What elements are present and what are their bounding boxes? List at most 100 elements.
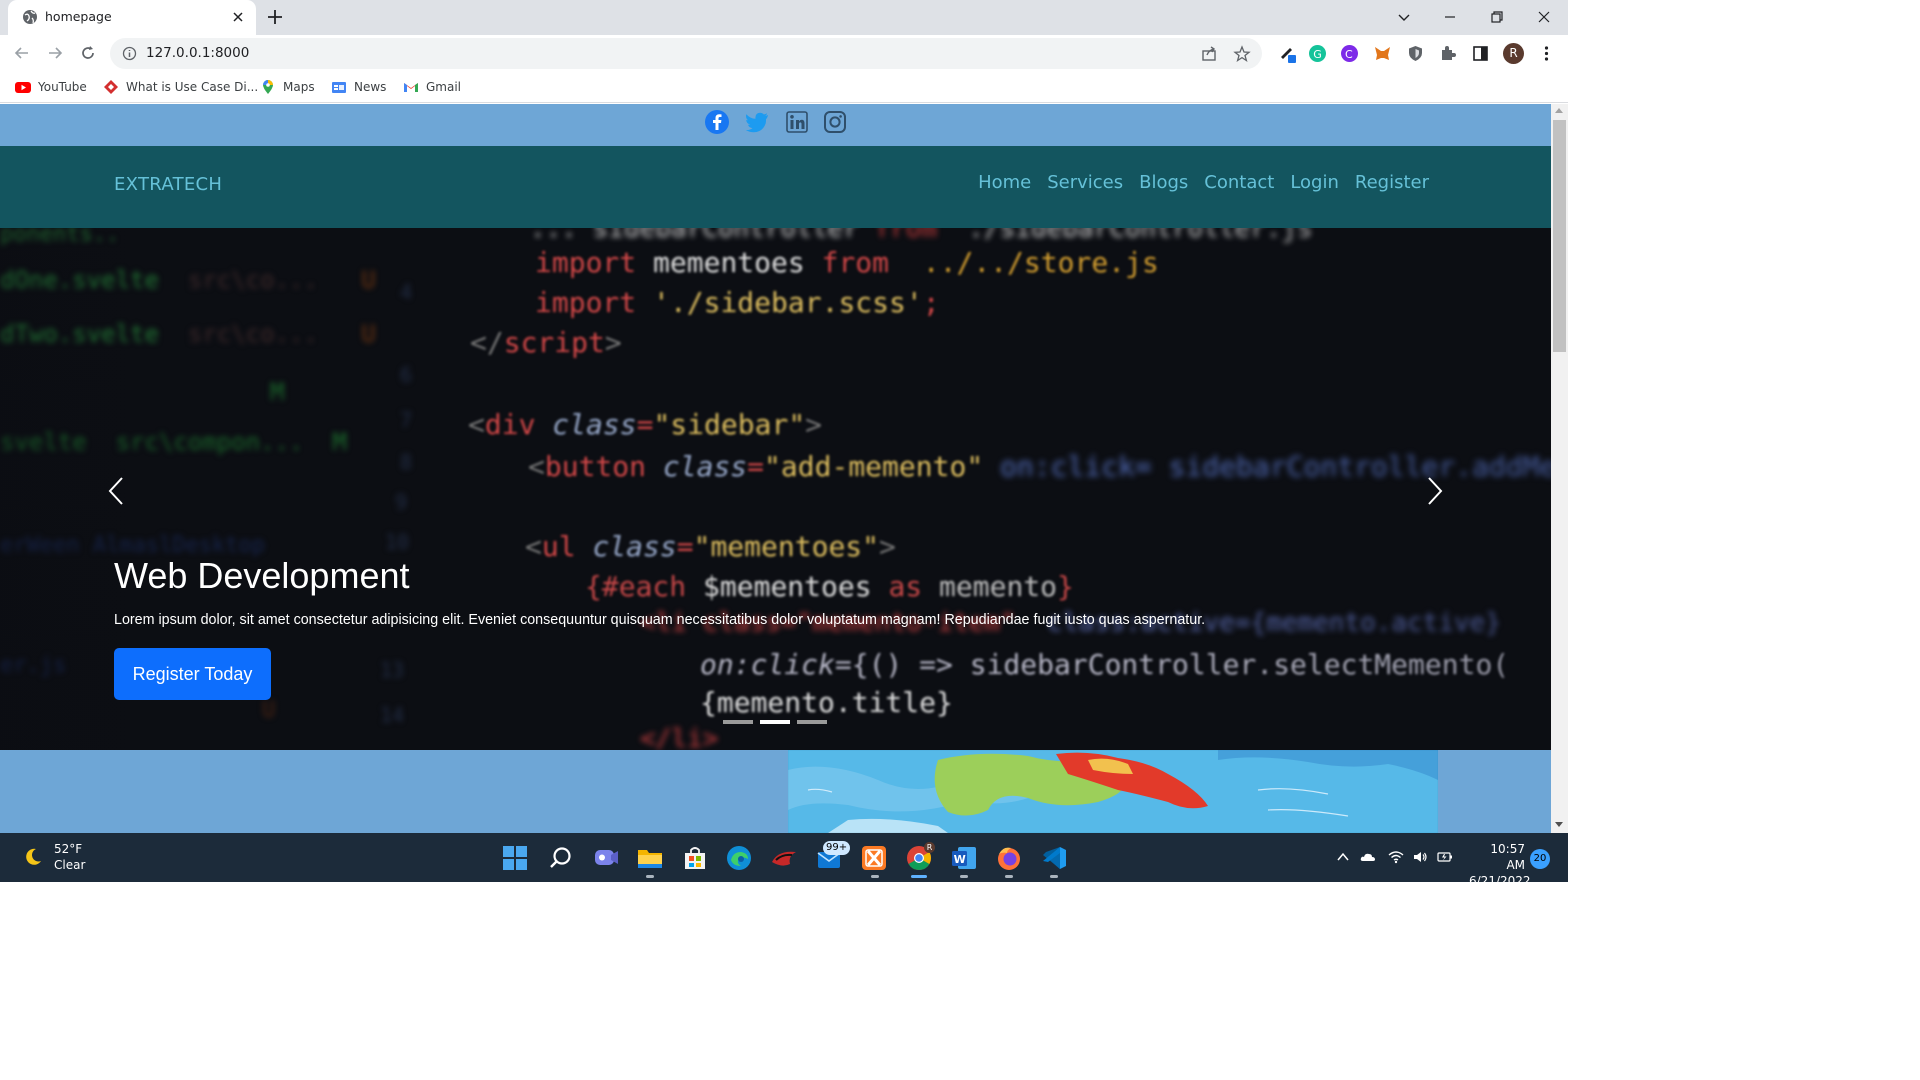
moon-icon — [22, 846, 44, 868]
minimize-icon[interactable] — [1440, 7, 1460, 27]
scroll-down-arrow-icon[interactable] — [1555, 822, 1563, 827]
social-bar — [0, 104, 1551, 146]
nav-contact[interactable]: Contact — [1204, 172, 1274, 193]
site-info-icon[interactable] — [122, 46, 137, 61]
carousel-prev-icon[interactable] — [104, 474, 130, 508]
bookmark-label: YouTube — [38, 80, 87, 94]
browser-toolbar: 127.0.0.1:8000 G C R — [0, 35, 1568, 72]
clock-time: 10:57 AM — [1490, 842, 1525, 872]
hero-description: Lorem ipsum dolor, sit amet consectetur … — [114, 612, 1206, 628]
grammarly-icon[interactable]: G — [1308, 44, 1327, 63]
vscode-icon[interactable] — [1040, 844, 1068, 872]
running-indicator — [1050, 875, 1058, 878]
scroll-up-arrow-icon[interactable] — [1555, 108, 1563, 113]
notification-count-badge[interactable]: 20 — [1530, 849, 1550, 869]
site-navbar: EXTRATECH Home Services Blogs Contact Lo… — [0, 146, 1551, 228]
new-tab-icon[interactable] — [266, 8, 284, 26]
forward-arrow-icon[interactable] — [45, 43, 65, 63]
globe-icon — [22, 9, 38, 25]
back-arrow-icon[interactable] — [12, 43, 32, 63]
tab-strip: homepage — [0, 0, 1568, 35]
scrollbar-thumb[interactable] — [1553, 120, 1566, 352]
bookmark-maps[interactable]: Maps — [260, 78, 315, 96]
page-scrollbar[interactable] — [1551, 104, 1568, 833]
wifi-icon[interactable] — [1388, 849, 1404, 865]
pen-extension-icon[interactable] — [1278, 44, 1297, 63]
battery-charging-icon[interactable] — [1437, 849, 1453, 865]
news-icon — [331, 79, 347, 95]
restore-icon[interactable] — [1487, 7, 1507, 27]
register-today-button[interactable]: Register Today — [114, 648, 271, 700]
clock-date: 6/21/2022 — [1469, 874, 1531, 888]
xampp-icon[interactable] — [860, 844, 888, 872]
gmail-icon — [403, 79, 419, 95]
brand-logo[interactable]: EXTRATECH — [114, 174, 222, 195]
bookmark-label: Maps — [283, 80, 315, 94]
puzzle-extensions-icon[interactable] — [1438, 44, 1457, 63]
bookmark-label: Gmail — [426, 80, 462, 94]
carousel-indicator-2[interactable] — [760, 720, 790, 724]
diamond-icon — [103, 79, 119, 95]
edge-browser-icon[interactable] — [725, 844, 753, 872]
chrome-profile-badge: R — [924, 842, 935, 853]
bookmark-use-case[interactable]: What is Use Case Di... — [103, 78, 258, 96]
side-panel-icon[interactable] — [1471, 44, 1490, 63]
more-menu-icon[interactable] — [1537, 44, 1556, 63]
mail-badge: 99+ — [823, 841, 851, 855]
running-indicator — [1005, 875, 1013, 878]
weather-temperature: 52°F — [54, 842, 83, 856]
nav-home[interactable]: Home — [978, 172, 1031, 193]
carousel-indicator-3[interactable] — [797, 720, 827, 724]
profile-avatar[interactable]: R — [1503, 43, 1524, 64]
running-indicator — [871, 875, 879, 878]
canva-extension-icon[interactable]: C — [1340, 44, 1359, 63]
nav-register[interactable]: Register — [1355, 172, 1429, 193]
running-indicator-active — [911, 875, 927, 878]
share-icon[interactable] — [1200, 45, 1218, 63]
teams-chat-icon[interactable] — [592, 844, 620, 872]
weather-description: Clear — [54, 858, 86, 872]
system-clock[interactable]: 10:57 AM 6/21/2022 — [1469, 841, 1531, 889]
nav-blogs[interactable]: Blogs — [1139, 172, 1188, 193]
weather-widget[interactable]: 52°F Clear — [22, 841, 85, 873]
bookmark-star-icon[interactable] — [1233, 45, 1251, 63]
search-icon[interactable] — [547, 844, 575, 872]
address-bar[interactable]: 127.0.0.1:8000 — [110, 38, 1262, 69]
game-app-icon[interactable] — [770, 844, 798, 872]
reload-icon[interactable] — [78, 43, 98, 63]
facebook-icon[interactable] — [704, 109, 730, 135]
shield-extension-icon[interactable] — [1406, 44, 1425, 63]
bookmark-youtube[interactable]: YouTube — [15, 78, 87, 96]
linkedin-icon[interactable] — [784, 109, 810, 135]
bookmark-news[interactable]: News — [331, 78, 386, 96]
tab-title: homepage — [45, 9, 112, 24]
tab-search-chevron-icon[interactable] — [1394, 7, 1414, 27]
windows-taskbar: 52°F Clear 99+ R W 10:57 AM 6/21/2022 20 — [0, 833, 1568, 888]
close-tab-icon[interactable] — [230, 9, 246, 25]
page-viewport: EXTRATECH Home Services Blogs Contact Lo… — [0, 104, 1551, 833]
volume-icon[interactable] — [1412, 849, 1428, 865]
twitter-icon[interactable] — [744, 109, 770, 135]
windows-start-icon[interactable] — [501, 844, 529, 872]
instagram-icon[interactable] — [822, 109, 848, 135]
word-icon[interactable]: W — [950, 844, 978, 872]
bookmark-gmail[interactable]: Gmail — [403, 78, 461, 96]
tray-overflow-chevron-icon[interactable] — [1335, 849, 1351, 865]
firefox-icon[interactable] — [995, 844, 1023, 872]
bookmark-label: What is Use Case Di... — [126, 80, 259, 94]
nav-services[interactable]: Services — [1047, 172, 1123, 193]
maps-pin-icon — [260, 79, 276, 95]
browser-tab[interactable]: homepage — [8, 0, 256, 35]
carousel-next-icon[interactable] — [1421, 474, 1447, 508]
url-text: 127.0.0.1:8000 — [146, 45, 250, 61]
file-explorer-icon[interactable] — [636, 844, 664, 872]
hero-title: Web Development — [114, 555, 410, 596]
carousel-indicator-1[interactable] — [723, 720, 753, 724]
nav-login[interactable]: Login — [1290, 172, 1339, 193]
microsoft-store-icon[interactable] — [681, 844, 709, 872]
content-section — [0, 750, 1551, 833]
metamask-fox-icon[interactable] — [1373, 44, 1392, 63]
close-window-icon[interactable] — [1534, 7, 1554, 27]
onedrive-cloud-icon[interactable] — [1360, 849, 1376, 865]
world-map-image — [788, 750, 1438, 833]
